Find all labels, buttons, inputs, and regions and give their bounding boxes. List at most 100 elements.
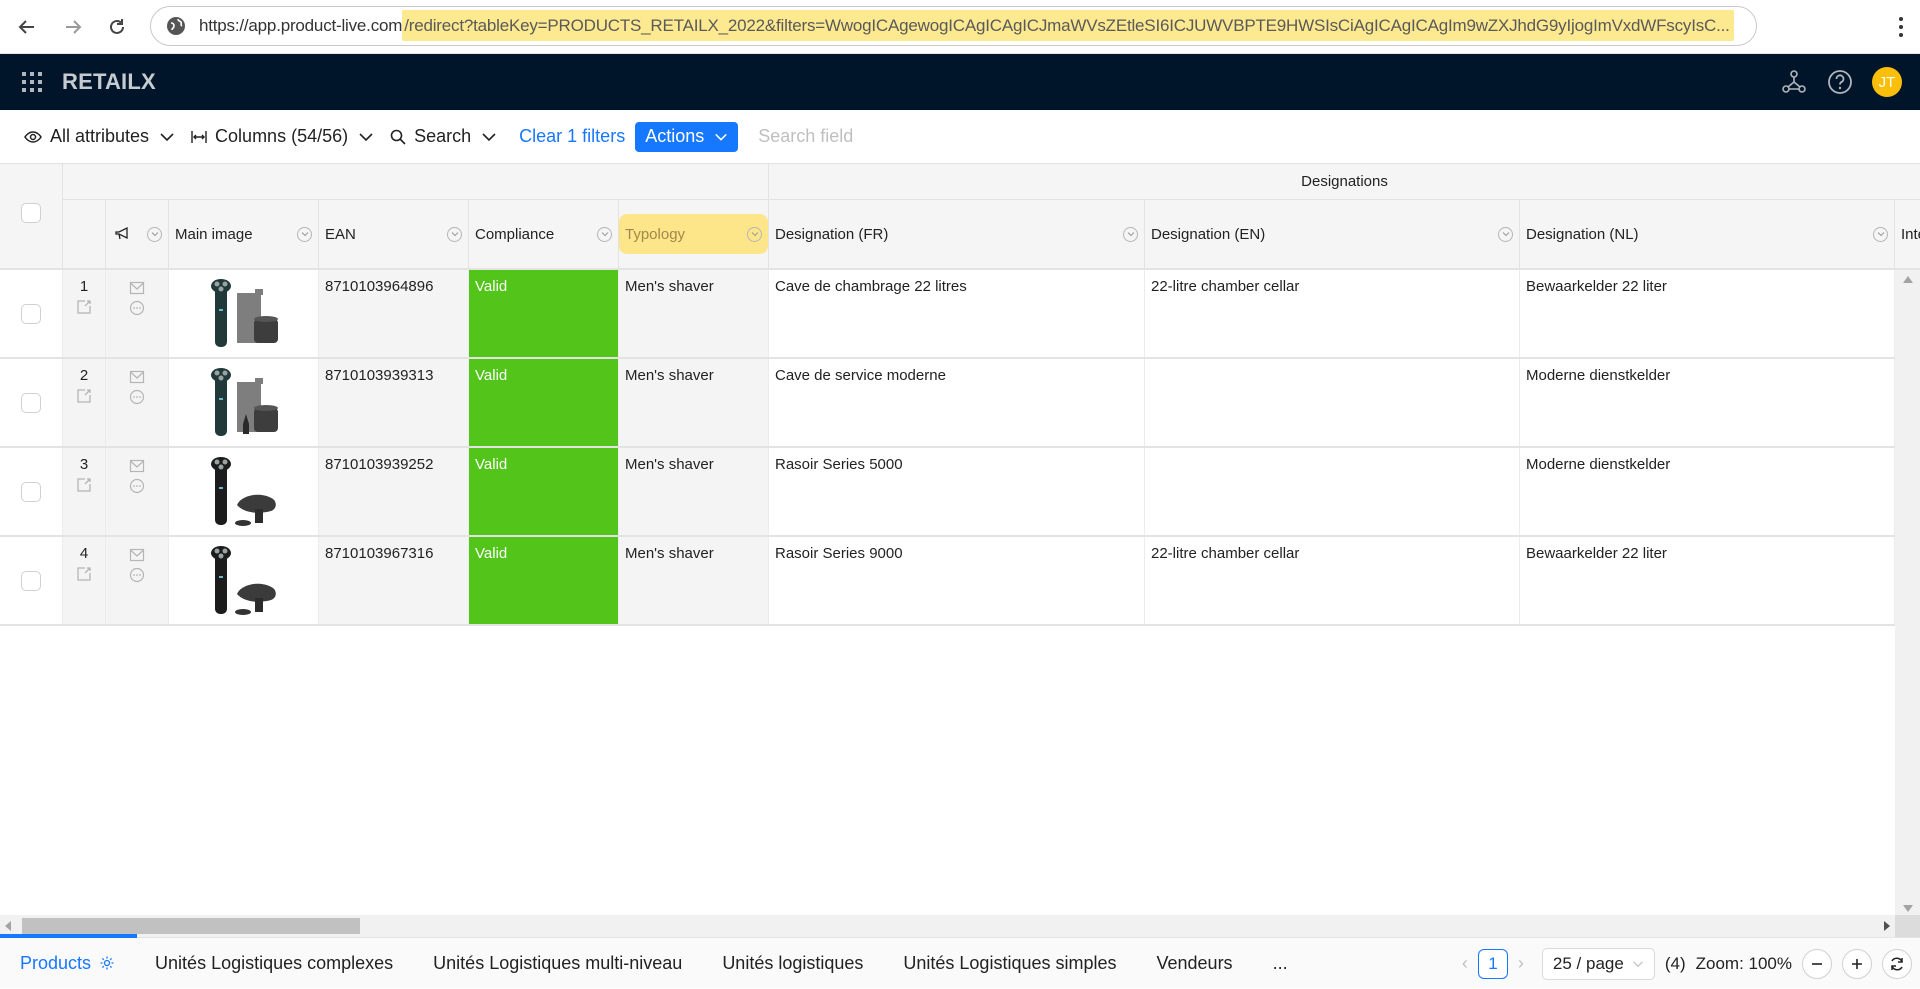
column-menu-button[interactable] — [597, 226, 612, 242]
column-menu-button[interactable] — [747, 226, 762, 242]
comment-icon[interactable] — [129, 300, 145, 316]
tab-products[interactable]: Products — [20, 953, 115, 974]
header-next-column[interactable]: Inte — [1895, 200, 1920, 270]
comment-icon[interactable] — [129, 478, 145, 494]
row-image-cell[interactable] — [169, 537, 319, 624]
back-button[interactable] — [12, 12, 42, 42]
row-designation-en: 22-litre chamber cellar — [1145, 270, 1520, 357]
row-designation-fr: Cave de service moderne — [769, 359, 1145, 446]
horizontal-scrollbar[interactable] — [0, 915, 1895, 937]
column-menu-button[interactable] — [147, 226, 162, 242]
header-typology[interactable]: Typology — [619, 200, 769, 270]
more-tabs-button[interactable]: ... — [1273, 953, 1288, 974]
header-designation-en[interactable]: Designation (EN) — [1145, 200, 1520, 270]
horizontal-scroll-thumb[interactable] — [22, 918, 360, 934]
open-record-icon[interactable] — [76, 299, 92, 315]
page-size-select[interactable]: 25 / page — [1541, 947, 1655, 980]
chevron-down-icon — [1632, 960, 1643, 967]
zoom-in-button[interactable] — [1842, 948, 1872, 979]
scroll-right-icon[interactable] — [1884, 921, 1890, 931]
tab-unit-s-logistiques-simples[interactable]: Unités Logistiques simples — [903, 953, 1116, 974]
row-designation-fr: Rasoir Series 9000 — [769, 537, 1145, 624]
tab-unit-s-logistiques-complexes[interactable]: Unités Logistiques complexes — [155, 953, 393, 974]
row-ean: 8710103967316 — [319, 537, 469, 624]
comment-icon[interactable] — [129, 389, 145, 405]
tab-unit-s-logistiques[interactable]: Unités logistiques — [722, 953, 863, 974]
forward-button[interactable] — [58, 12, 88, 42]
scroll-down-icon[interactable] — [1903, 905, 1913, 912]
row-checkbox[interactable] — [21, 303, 41, 324]
page-number-button[interactable]: 1 — [1477, 948, 1508, 979]
site-info-icon[interactable] — [165, 15, 187, 37]
row-checkbox[interactable] — [21, 570, 41, 591]
chevron-down-icon — [715, 133, 728, 141]
tab-unit-s-logistiques-multi-niveau[interactable]: Unités Logistiques multi-niveau — [433, 953, 682, 974]
browser-menu-icon[interactable] — [1894, 12, 1908, 42]
product-image[interactable] — [199, 542, 289, 620]
refresh-button[interactable] — [1882, 948, 1912, 979]
gear-icon[interactable] — [99, 955, 115, 971]
table-row[interactable]: 2 8710103939313 Valid Men's shaver Cave … — [0, 359, 1895, 448]
row-image-cell[interactable] — [169, 448, 319, 535]
vertical-scrollbar[interactable] — [1895, 270, 1920, 918]
column-menu-button[interactable] — [1498, 226, 1513, 242]
product-image[interactable] — [199, 453, 289, 531]
scroll-left-icon[interactable] — [5, 921, 11, 931]
user-avatar[interactable]: JT — [1872, 67, 1902, 97]
header-main-image[interactable]: Main image — [169, 200, 319, 270]
row-designation-fr: Cave de chambrage 22 litres — [769, 270, 1145, 357]
scroll-up-icon[interactable] — [1903, 276, 1913, 283]
table-row[interactable]: 3 8710103939252 Valid Men's shaver Rasoi… — [0, 448, 1895, 537]
search-field-input[interactable] — [758, 126, 999, 147]
table-row[interactable]: 1 8710103964896 Valid Men's shaver Cave … — [0, 270, 1895, 359]
row-actions-cell — [106, 359, 169, 446]
mail-icon[interactable] — [129, 458, 145, 474]
help-icon[interactable] — [1826, 68, 1854, 96]
address-bar[interactable]: https://app.product-live.com/redirect?ta… — [150, 6, 1757, 46]
chevron-down-icon — [359, 132, 373, 141]
column-menu-button[interactable] — [447, 226, 462, 242]
row-image-cell[interactable] — [169, 359, 319, 446]
column-menu-button[interactable] — [1873, 226, 1888, 242]
mail-icon[interactable] — [129, 547, 145, 563]
url-text: https://app.product-live.com/redirect?ta… — [199, 10, 1734, 41]
table-row[interactable]: 4 8710103967316 Valid Men's shaver Rasoi… — [0, 537, 1895, 626]
network-icon[interactable] — [1780, 68, 1808, 96]
header-compliance[interactable]: Compliance — [469, 200, 619, 270]
comment-icon[interactable] — [129, 567, 145, 583]
product-image[interactable] — [199, 275, 289, 353]
search-dropdown[interactable]: Search — [390, 126, 505, 147]
row-index: 2 — [79, 367, 89, 384]
row-checkbox[interactable] — [21, 481, 41, 502]
actions-button[interactable]: Actions — [635, 121, 739, 152]
eye-icon — [24, 130, 42, 143]
select-all-checkbox[interactable] — [21, 203, 41, 223]
reload-button[interactable] — [102, 12, 132, 42]
mail-icon[interactable] — [129, 280, 145, 296]
header-ean[interactable]: EAN — [319, 200, 469, 270]
clear-filters-link[interactable]: Clear 1 filters — [519, 126, 625, 147]
column-menu-button[interactable] — [1123, 226, 1138, 242]
open-record-icon[interactable] — [76, 477, 92, 493]
mail-icon[interactable] — [129, 369, 145, 385]
apps-grid-icon[interactable] — [22, 72, 42, 92]
tab-label: Unités logistiques — [722, 952, 864, 973]
open-record-icon[interactable] — [76, 566, 92, 582]
tab-vendeurs[interactable]: Vendeurs — [1157, 953, 1233, 974]
attributes-dropdown[interactable]: All attributes — [24, 126, 183, 147]
header-designation-fr[interactable]: Designation (FR) — [769, 200, 1145, 270]
product-image[interactable] — [199, 364, 289, 442]
tab-label: Products — [20, 952, 92, 973]
search-label: Search — [414, 126, 472, 146]
prev-page-button[interactable]: ‹ — [1462, 953, 1468, 974]
active-tab-indicator — [0, 934, 137, 938]
column-menu-button[interactable] — [297, 226, 312, 242]
row-index: 4 — [79, 545, 89, 562]
next-page-button[interactable]: › — [1518, 953, 1524, 974]
row-checkbox[interactable] — [21, 392, 41, 413]
row-image-cell[interactable] — [169, 270, 319, 357]
header-designation-nl[interactable]: Designation (NL) — [1520, 200, 1895, 270]
zoom-out-button[interactable] — [1802, 948, 1832, 979]
columns-dropdown[interactable]: Columns (54/56) — [191, 126, 382, 147]
open-record-icon[interactable] — [76, 388, 92, 404]
